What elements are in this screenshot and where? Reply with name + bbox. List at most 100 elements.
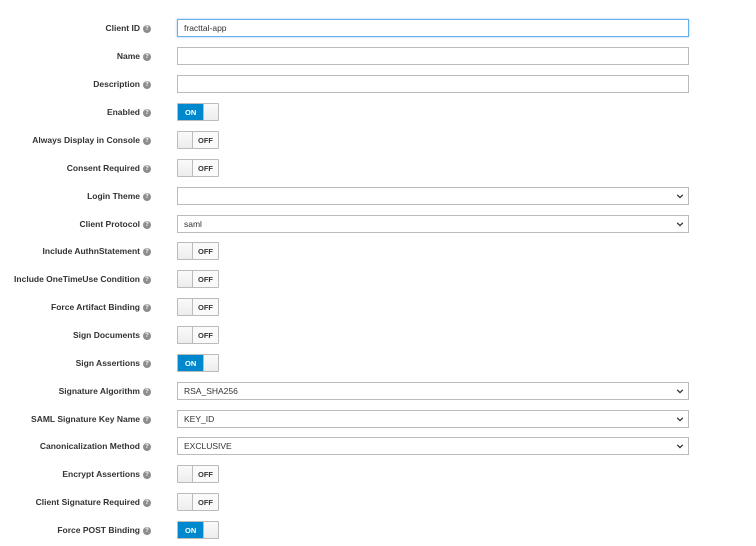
row-include-onetimeuse: Include OneTimeUse Condition? OFF: [0, 270, 756, 288]
question-circle-icon[interactable]: ?: [143, 80, 151, 89]
row-always-display: Always Display in Console? OFF: [0, 131, 756, 149]
sign-documents-label: Sign Documents?: [0, 330, 151, 340]
switch-state: OFF: [193, 494, 218, 510]
switch-state: OFF: [193, 243, 218, 259]
row-consent-required: Consent Required? OFF: [0, 159, 756, 177]
switch-state: ON: [178, 104, 204, 120]
question-circle-icon[interactable]: ?: [143, 387, 151, 396]
login-theme-label: Login Theme?: [0, 191, 151, 201]
question-circle-icon[interactable]: ?: [143, 247, 151, 256]
select-value: EXCLUSIVE: [184, 441, 232, 451]
row-client-protocol: Client Protocol? saml: [0, 215, 756, 233]
select-value: KEY_ID: [184, 414, 215, 424]
question-circle-icon[interactable]: ?: [143, 359, 151, 368]
row-client-id: Client ID?: [0, 19, 756, 37]
question-circle-icon[interactable]: ?: [143, 164, 151, 173]
client-id-label: Client ID?: [0, 23, 151, 33]
row-canonicalization: Canonicalization Method? EXCLUSIVE: [0, 437, 756, 455]
row-description: Description?: [0, 75, 756, 93]
row-encrypt-assertions: Encrypt Assertions? OFF: [0, 465, 756, 483]
question-circle-icon[interactable]: ?: [143, 303, 151, 312]
client-sig-required-label: Client Signature Required?: [0, 497, 151, 507]
encrypt-assertions-label: Encrypt Assertions?: [0, 469, 151, 479]
row-include-authn: Include AuthnStatement? OFF: [0, 242, 756, 260]
switch-knob: [203, 355, 218, 371]
row-name: Name?: [0, 47, 756, 65]
client-settings-form: Client ID? Name? Description? Enabled? O…: [0, 0, 756, 546]
switch-state: ON: [178, 522, 204, 538]
enabled-label: Enabled?: [0, 107, 151, 117]
client-protocol-label: Client Protocol?: [0, 219, 151, 229]
question-circle-icon[interactable]: ?: [143, 220, 151, 229]
client-id-input[interactable]: [177, 19, 689, 37]
signature-algorithm-select[interactable]: RSA_SHA256: [177, 382, 689, 400]
row-saml-sig-key-name: SAML Signature Key Name? KEY_ID: [0, 410, 756, 428]
encrypt-assertions-switch[interactable]: OFF: [177, 465, 219, 483]
force-post-switch[interactable]: ON: [177, 521, 219, 539]
saml-sig-key-name-label: SAML Signature Key Name?: [0, 414, 151, 424]
include-onetimeuse-switch[interactable]: OFF: [177, 270, 219, 288]
switch-state: OFF: [193, 327, 218, 343]
question-circle-icon[interactable]: ?: [143, 52, 151, 61]
switch-state: OFF: [193, 160, 218, 176]
question-circle-icon[interactable]: ?: [143, 275, 151, 284]
row-login-theme: Login Theme?: [0, 187, 756, 205]
switch-knob: [178, 132, 193, 148]
always-display-label: Always Display in Console?: [0, 135, 151, 145]
question-circle-icon[interactable]: ?: [143, 415, 151, 424]
client-sig-required-switch[interactable]: OFF: [177, 493, 219, 511]
include-authn-switch[interactable]: OFF: [177, 242, 219, 260]
saml-sig-key-name-select[interactable]: KEY_ID: [177, 410, 689, 428]
chevron-down-icon: [676, 194, 684, 199]
include-authn-label: Include AuthnStatement?: [0, 246, 151, 256]
row-signature-algorithm: Signature Algorithm? RSA_SHA256: [0, 382, 756, 400]
switch-knob: [178, 494, 193, 510]
login-theme-select[interactable]: [177, 187, 689, 205]
question-circle-icon[interactable]: ?: [143, 192, 151, 201]
question-circle-icon[interactable]: ?: [143, 470, 151, 479]
question-circle-icon[interactable]: ?: [143, 108, 151, 117]
question-circle-icon[interactable]: ?: [143, 498, 151, 507]
chevron-down-icon: [676, 222, 684, 227]
question-circle-icon[interactable]: ?: [143, 24, 151, 33]
switch-state: OFF: [193, 132, 218, 148]
client-protocol-select[interactable]: saml: [177, 215, 689, 233]
switch-knob: [178, 466, 193, 482]
description-label: Description?: [0, 79, 151, 89]
name-input[interactable]: [177, 47, 689, 65]
switch-knob: [203, 522, 218, 538]
select-value: RSA_SHA256: [184, 386, 238, 396]
question-circle-icon[interactable]: ?: [143, 331, 151, 340]
always-display-switch[interactable]: OFF: [177, 131, 219, 149]
switch-knob: [203, 104, 218, 120]
switch-state: OFF: [193, 299, 218, 315]
sign-assertions-label: Sign Assertions?: [0, 358, 151, 368]
row-client-sig-required: Client Signature Required? OFF: [0, 493, 756, 511]
force-artifact-switch[interactable]: OFF: [177, 298, 219, 316]
signature-algorithm-label: Signature Algorithm?: [0, 386, 151, 396]
consent-required-switch[interactable]: OFF: [177, 159, 219, 177]
switch-knob: [178, 160, 193, 176]
chevron-down-icon: [676, 444, 684, 449]
question-circle-icon[interactable]: ?: [143, 442, 151, 451]
row-sign-assertions: Sign Assertions? ON: [0, 354, 756, 372]
sign-documents-switch[interactable]: OFF: [177, 326, 219, 344]
question-circle-icon[interactable]: ?: [143, 136, 151, 145]
description-input[interactable]: [177, 75, 689, 93]
question-circle-icon[interactable]: ?: [143, 526, 151, 535]
switch-state: OFF: [193, 466, 218, 482]
enabled-switch[interactable]: ON: [177, 103, 219, 121]
canonicalization-label: Canonicalization Method?: [0, 441, 151, 451]
canonicalization-select[interactable]: EXCLUSIVE: [177, 437, 689, 455]
switch-state: ON: [178, 355, 204, 371]
force-artifact-label: Force Artifact Binding?: [0, 302, 151, 312]
consent-required-label: Consent Required?: [0, 163, 151, 173]
chevron-down-icon: [676, 417, 684, 422]
switch-knob: [178, 299, 193, 315]
name-label: Name?: [0, 51, 151, 61]
row-force-artifact: Force Artifact Binding? OFF: [0, 298, 756, 316]
sign-assertions-switch[interactable]: ON: [177, 354, 219, 372]
row-force-post: Force POST Binding? ON: [0, 521, 756, 539]
row-enabled: Enabled? ON: [0, 103, 756, 121]
include-onetimeuse-label: Include OneTimeUse Condition?: [0, 274, 151, 284]
